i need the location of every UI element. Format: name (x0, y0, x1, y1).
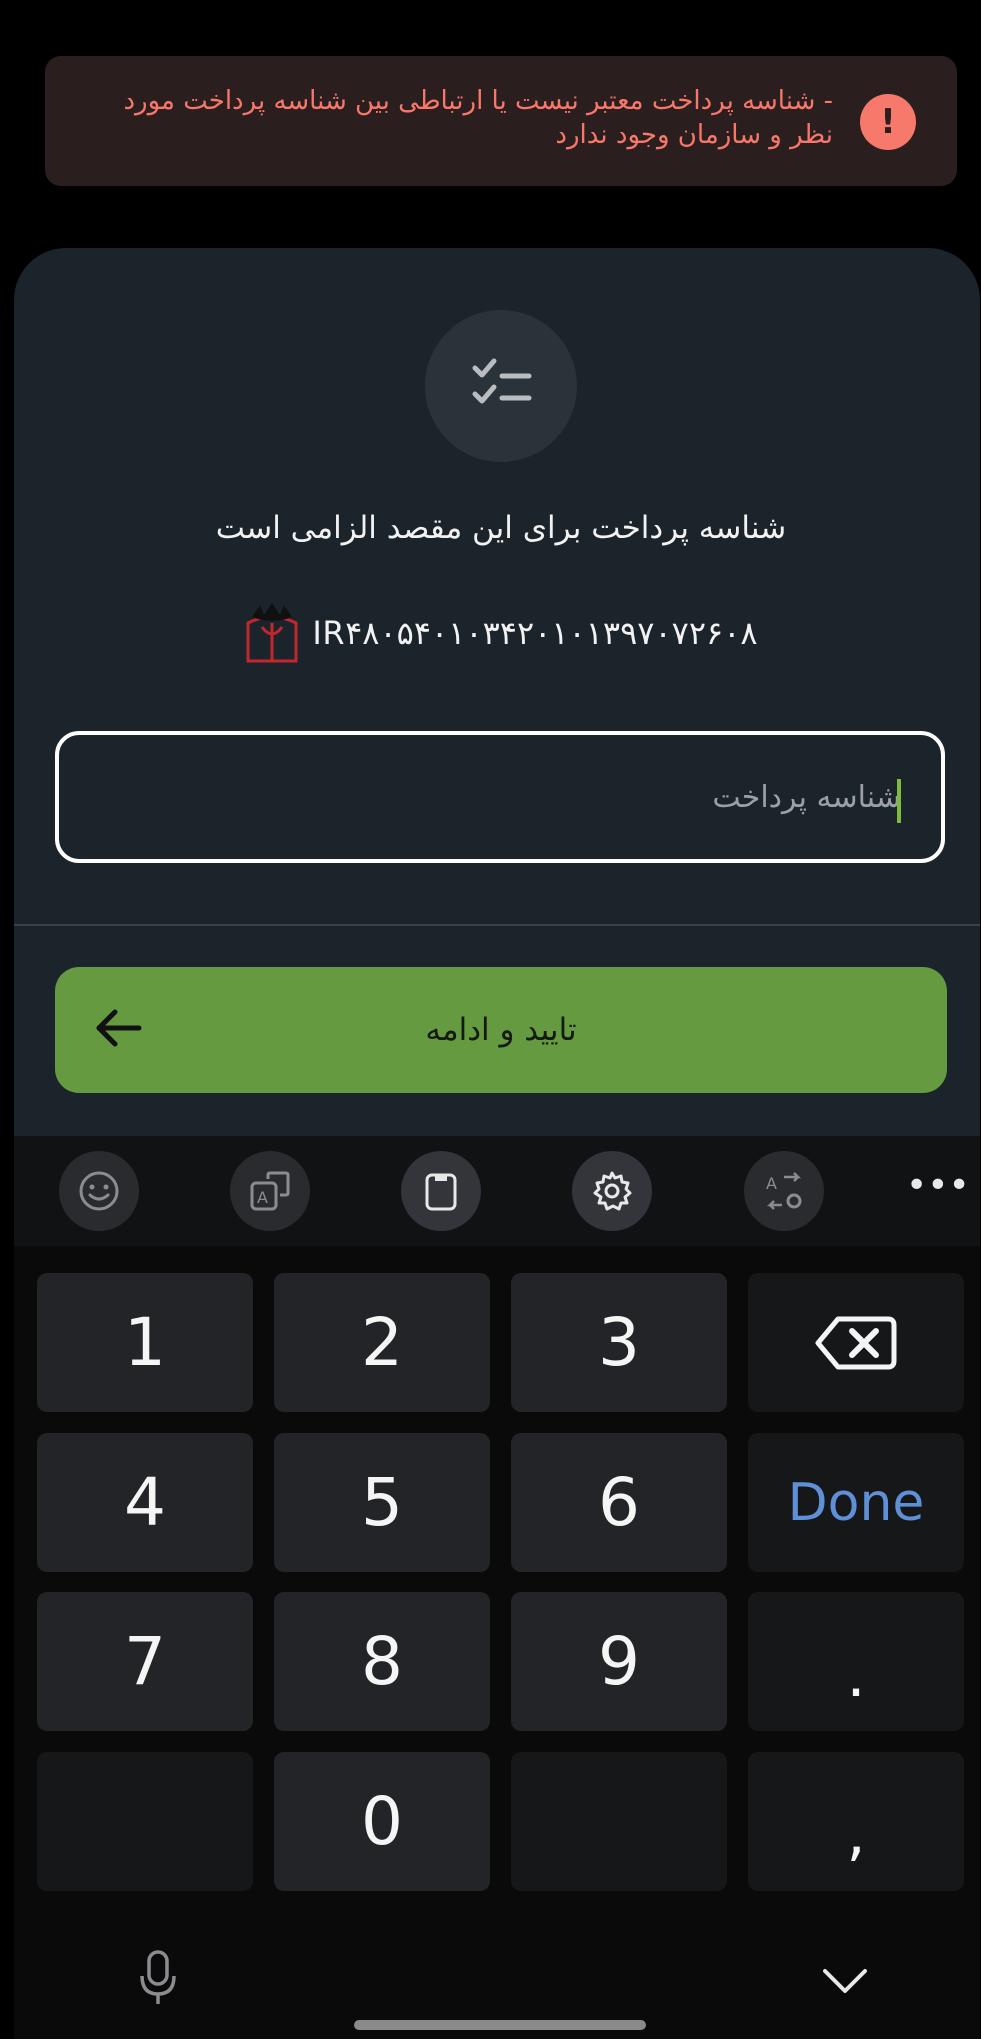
home-indicator[interactable] (354, 2020, 646, 2030)
backspace-key[interactable] (748, 1273, 964, 1412)
text-caret (897, 779, 901, 823)
key-8[interactable]: 8 (274, 1592, 490, 1731)
key-5[interactable]: 5 (274, 1433, 490, 1572)
payment-id-input[interactable] (59, 735, 941, 859)
key-0[interactable]: 0 (274, 1752, 490, 1891)
done-key[interactable]: Done (748, 1433, 964, 1572)
dot-key[interactable]: . (748, 1592, 964, 1731)
comma-label: , (846, 1798, 866, 1869)
iban-row: IR۴۸۰۵۴۰۱۰۳۴۲۰۱۰۱۳۹۷۰۷۲۶۰۸ (14, 603, 981, 663)
svg-text:A: A (766, 1174, 777, 1193)
microphone-icon[interactable] (138, 1950, 178, 2006)
payment-id-field[interactable] (55, 731, 945, 863)
checklist-icon (425, 310, 577, 462)
comma-key[interactable]: , (748, 1752, 964, 1891)
key-6[interactable]: 6 (511, 1433, 727, 1572)
backspace-icon (815, 1316, 897, 1369)
key-2[interactable]: 2 (274, 1273, 490, 1412)
key-9[interactable]: 9 (511, 1592, 727, 1731)
key-3[interactable]: 3 (511, 1273, 727, 1412)
payment-id-sheet: شناسه پرداخت برای این مقصد الزامی است IR… (14, 248, 980, 1136)
sheet-title: شناسه پرداخت برای این مقصد الزامی است (215, 510, 787, 546)
language-switch-icon[interactable]: A (744, 1151, 824, 1231)
error-alert: ! - شناسه پرداخت معتبر نیست یا ارتباطی ب… (45, 56, 957, 186)
confirm-continue-button[interactable]: تایید و ادامه (55, 967, 947, 1093)
keyboard-toolbar: A A ••• (14, 1136, 980, 1246)
svg-text:A: A (257, 1188, 268, 1207)
exclamation-icon: ! (860, 94, 916, 150)
blank-key-left (37, 1752, 253, 1891)
key-1[interactable]: 1 (37, 1273, 253, 1412)
bank-logo (246, 603, 298, 663)
blank-key-right (511, 1752, 727, 1891)
settings-icon[interactable] (572, 1151, 652, 1231)
iban-number: IR۴۸۰۵۴۰۱۰۳۴۲۰۱۰۱۳۹۷۰۷۲۶۰۸ (312, 614, 758, 652)
alert-message: - شناسه پرداخت معتبر نیست یا ارتباطی بین… (123, 86, 833, 150)
key-7[interactable]: 7 (37, 1592, 253, 1731)
more-icon[interactable]: ••• (906, 1160, 970, 1220)
clipboard-icon[interactable] (401, 1151, 481, 1231)
divider (14, 924, 980, 926)
key-4[interactable]: 4 (37, 1433, 253, 1572)
arrow-left-icon (96, 1009, 142, 1047)
emoji-icon[interactable] (59, 1151, 139, 1231)
text-translate-icon[interactable]: A (230, 1151, 310, 1231)
dot-label: . (846, 1640, 866, 1711)
hide-keyboard-icon[interactable] (822, 1966, 868, 1996)
confirm-button-label: تایید و ادامه (425, 1012, 577, 1048)
